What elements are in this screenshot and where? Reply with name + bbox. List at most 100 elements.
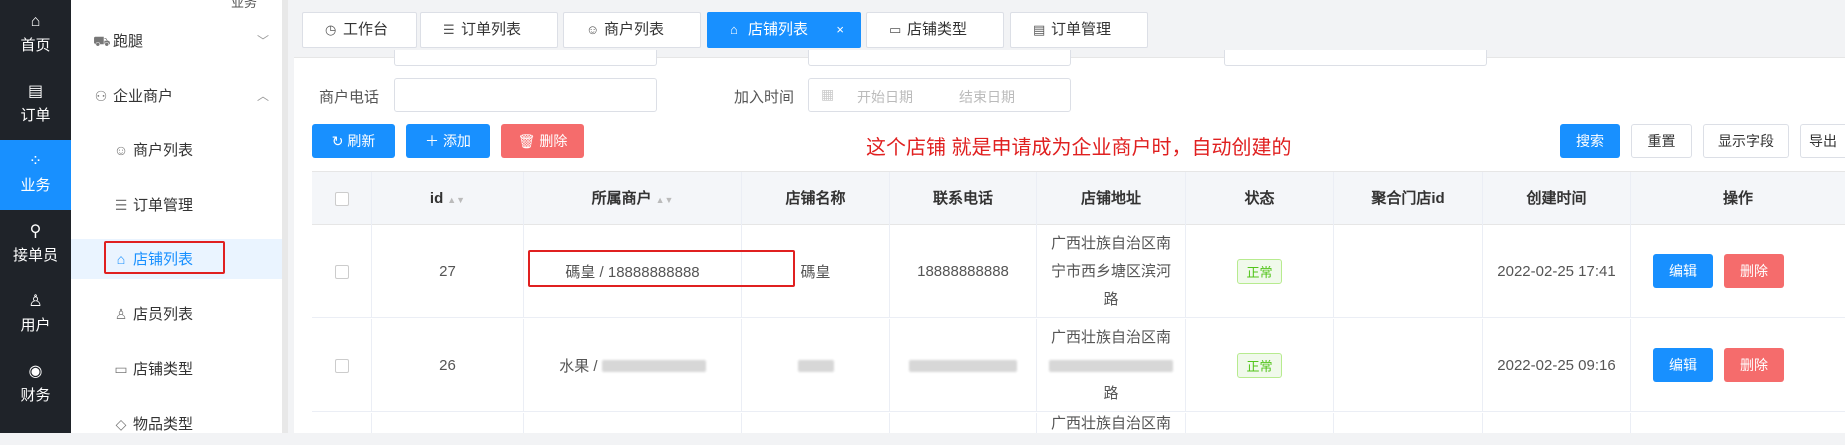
col-header-merchant[interactable]: 所属商户 ▲▼ [524,172,742,226]
tab-order-manage[interactable]: ▤ 订单管理 [1010,12,1148,48]
clerk-icon: ♙ [114,306,128,322]
business-icon: ⁘ [28,153,43,170]
nav-item-label: 接单员 [12,247,58,264]
sub-item-label: 店铺类型 [133,361,194,378]
redacted-contact-phone [909,359,1017,372]
merchant-icon: ⚇ [94,88,108,104]
cell-address: 广西壮族自治区南宁市西乡塘区滨河路 [1037,225,1186,318]
nav-item-finance[interactable]: ◉ 财务 [0,350,71,420]
merchant-list-icon: ☺ [113,142,129,158]
col-header-shop-name: 店铺名称 [742,172,890,226]
cell-created: 2022-02-25 09:16 [1483,319,1631,412]
delete-button[interactable]: 🗑 删除 [501,124,584,158]
sub-item-enterprise-merchant[interactable]: ⚇ 企业商户 ︿ [71,76,285,116]
add-button[interactable]: ＋ 添加 [406,124,490,158]
col-header-id[interactable]: id ▲▼ [372,172,524,226]
tab-shop-type[interactable]: ▭ 店铺类型 [866,12,1004,48]
cell-created [1483,413,1631,433]
goods-type-icon: ◇ [115,416,127,432]
sub-item-goods-type[interactable]: ◇ 物品类型 [71,404,285,444]
select-all-cell [312,172,372,226]
col-header-address: 店铺地址 [1037,172,1186,226]
table-row: 广西壮族自治区南 [312,413,1845,433]
sort-icon[interactable]: ▲▼ [656,195,674,205]
row-checkbox[interactable] [334,358,349,373]
edit-button[interactable]: 编辑 [1653,254,1713,288]
delete-label: 删除 [539,133,568,149]
redacted-phone [601,359,706,372]
cell-address: 广西壮族自治区南 路 [1037,319,1186,412]
cell-address: 广西壮族自治区南 [1037,413,1186,433]
refresh-button[interactable]: ↻ 刷新 [312,124,395,158]
end-date-placeholder: 结束日期 [959,89,1015,105]
annotation-box-shop-menu [104,241,225,274]
sub-item-errand[interactable]: ⛟ 跑腿 ﹀ [71,21,285,61]
show-fields-button[interactable]: 显示字段 [1703,124,1789,158]
sub-item-merchant-list[interactable]: ☺ 商户列表 [71,130,285,170]
tab-merchant-list[interactable]: ☺ 商户列表 [563,12,701,48]
phone-label: 商户电话 [319,89,380,106]
table-row: 26 水果 / 广西壮族自治区南 路 正常 2022-02-25 09:16 编… [312,319,1845,412]
address-text: 广西壮族自治区南宁市西乡塘区滨河路 [1050,234,1171,308]
tab-label: 店铺类型 [907,21,968,38]
plus-icon: ＋ [425,133,440,149]
cell-created: 2022-02-25 17:41 [1483,225,1631,318]
col-header-created: 创建时间 [1483,172,1631,226]
tab-order-list[interactable]: ☰ 订单列表 [420,12,558,48]
nav-item-user[interactable]: ♙ 用户 [0,280,71,350]
sub-menu: 业务 ⛟ 跑腿 ﹀ ⚇ 企业商户 ︿ ☺ 商户列表 ☰ 订单管理 ⌂ 店铺列表 ♙ 店员列表… [71,0,285,433]
nav-item-label: 业务 [20,177,51,194]
chevron-down-icon: ﹀ [256,34,269,48]
chevron-up-icon: ︿ [256,89,269,103]
dashboard-icon: ◷ [325,22,337,37]
nav-item-rider[interactable]: ⚲ 接单员 [0,210,71,280]
close-icon[interactable]: × [836,13,844,47]
address-line: 路 [1103,384,1119,402]
col-header-actions: 操作 [1722,190,1753,207]
nav-item-order[interactable]: ▤ 订单 [0,70,71,140]
sub-item-clerk-list[interactable]: ♙ 店员列表 [71,294,285,334]
col-header-status: 状态 [1186,172,1334,226]
cell-agg-id [1334,225,1483,318]
export-button[interactable]: 导出 [1800,124,1845,158]
redacted-address [1049,359,1173,372]
tab-label: 店铺列表 [748,21,809,38]
nav-item-home[interactable]: ⌂ 首页 [0,0,71,70]
annotation-note: 这个店铺 就是申请成为企业商户时，自动创建的 [866,137,1292,159]
cell-actions: 编辑 删除 [1631,319,1845,412]
col-header-agg-id: 聚合门店id [1334,172,1483,226]
nav-item-business[interactable]: ⁘ 业务 [0,140,71,210]
sub-item-shop-type[interactable]: ▭ 店铺类型 [71,349,285,389]
filter-input-partial-3[interactable] [1224,50,1487,66]
redacted-shop-name [797,359,834,372]
tab-dashboard[interactable]: ◷ 工作台 [302,12,417,48]
nav-item-label: 首页 [20,37,51,54]
sort-icon[interactable]: ▲▼ [447,195,465,205]
search-button[interactable]: 搜索 [1560,124,1620,158]
nav-item-label: 订单 [20,107,51,124]
tab-shop-list[interactable]: ⌂ 店铺列表 × [707,12,861,48]
merchant-phone-input[interactable] [394,78,657,112]
user-icon: ♙ [28,293,43,310]
tab-label: 工作台 [343,21,389,38]
bike-icon: ⚲ [29,223,42,240]
reset-button[interactable]: 重置 [1631,124,1692,158]
select-all-checkbox[interactable] [334,192,349,207]
sub-menu-scrollbar[interactable] [282,0,288,433]
filter-input-partial-2[interactable] [808,50,1071,66]
sub-menu-top-label: 业务 [221,0,268,11]
row-delete-button[interactable]: 删除 [1724,348,1784,382]
filter-input-partial-1[interactable] [394,50,657,66]
join-date-range[interactable]: ▦ 开始日期 结束日期 [808,78,1071,112]
card-icon: ▭ [889,22,902,37]
row-delete-button[interactable]: 删除 [1724,254,1784,288]
row-checkbox[interactable] [334,264,349,279]
cell-phone [890,319,1037,412]
shop-table: id ▲▼ 所属商户 ▲▼ 店铺名称 联系电话 店铺地址 状态 聚合门店id 创建时… [312,171,1845,433]
user-circle-icon: ☺ [586,22,600,37]
add-label: 添加 [442,133,471,149]
cell-phone [890,413,1037,433]
sub-item-label: 店员列表 [133,306,194,323]
edit-button[interactable]: 编辑 [1653,348,1713,382]
sub-item-order-manage[interactable]: ☰ 订单管理 [71,185,285,225]
